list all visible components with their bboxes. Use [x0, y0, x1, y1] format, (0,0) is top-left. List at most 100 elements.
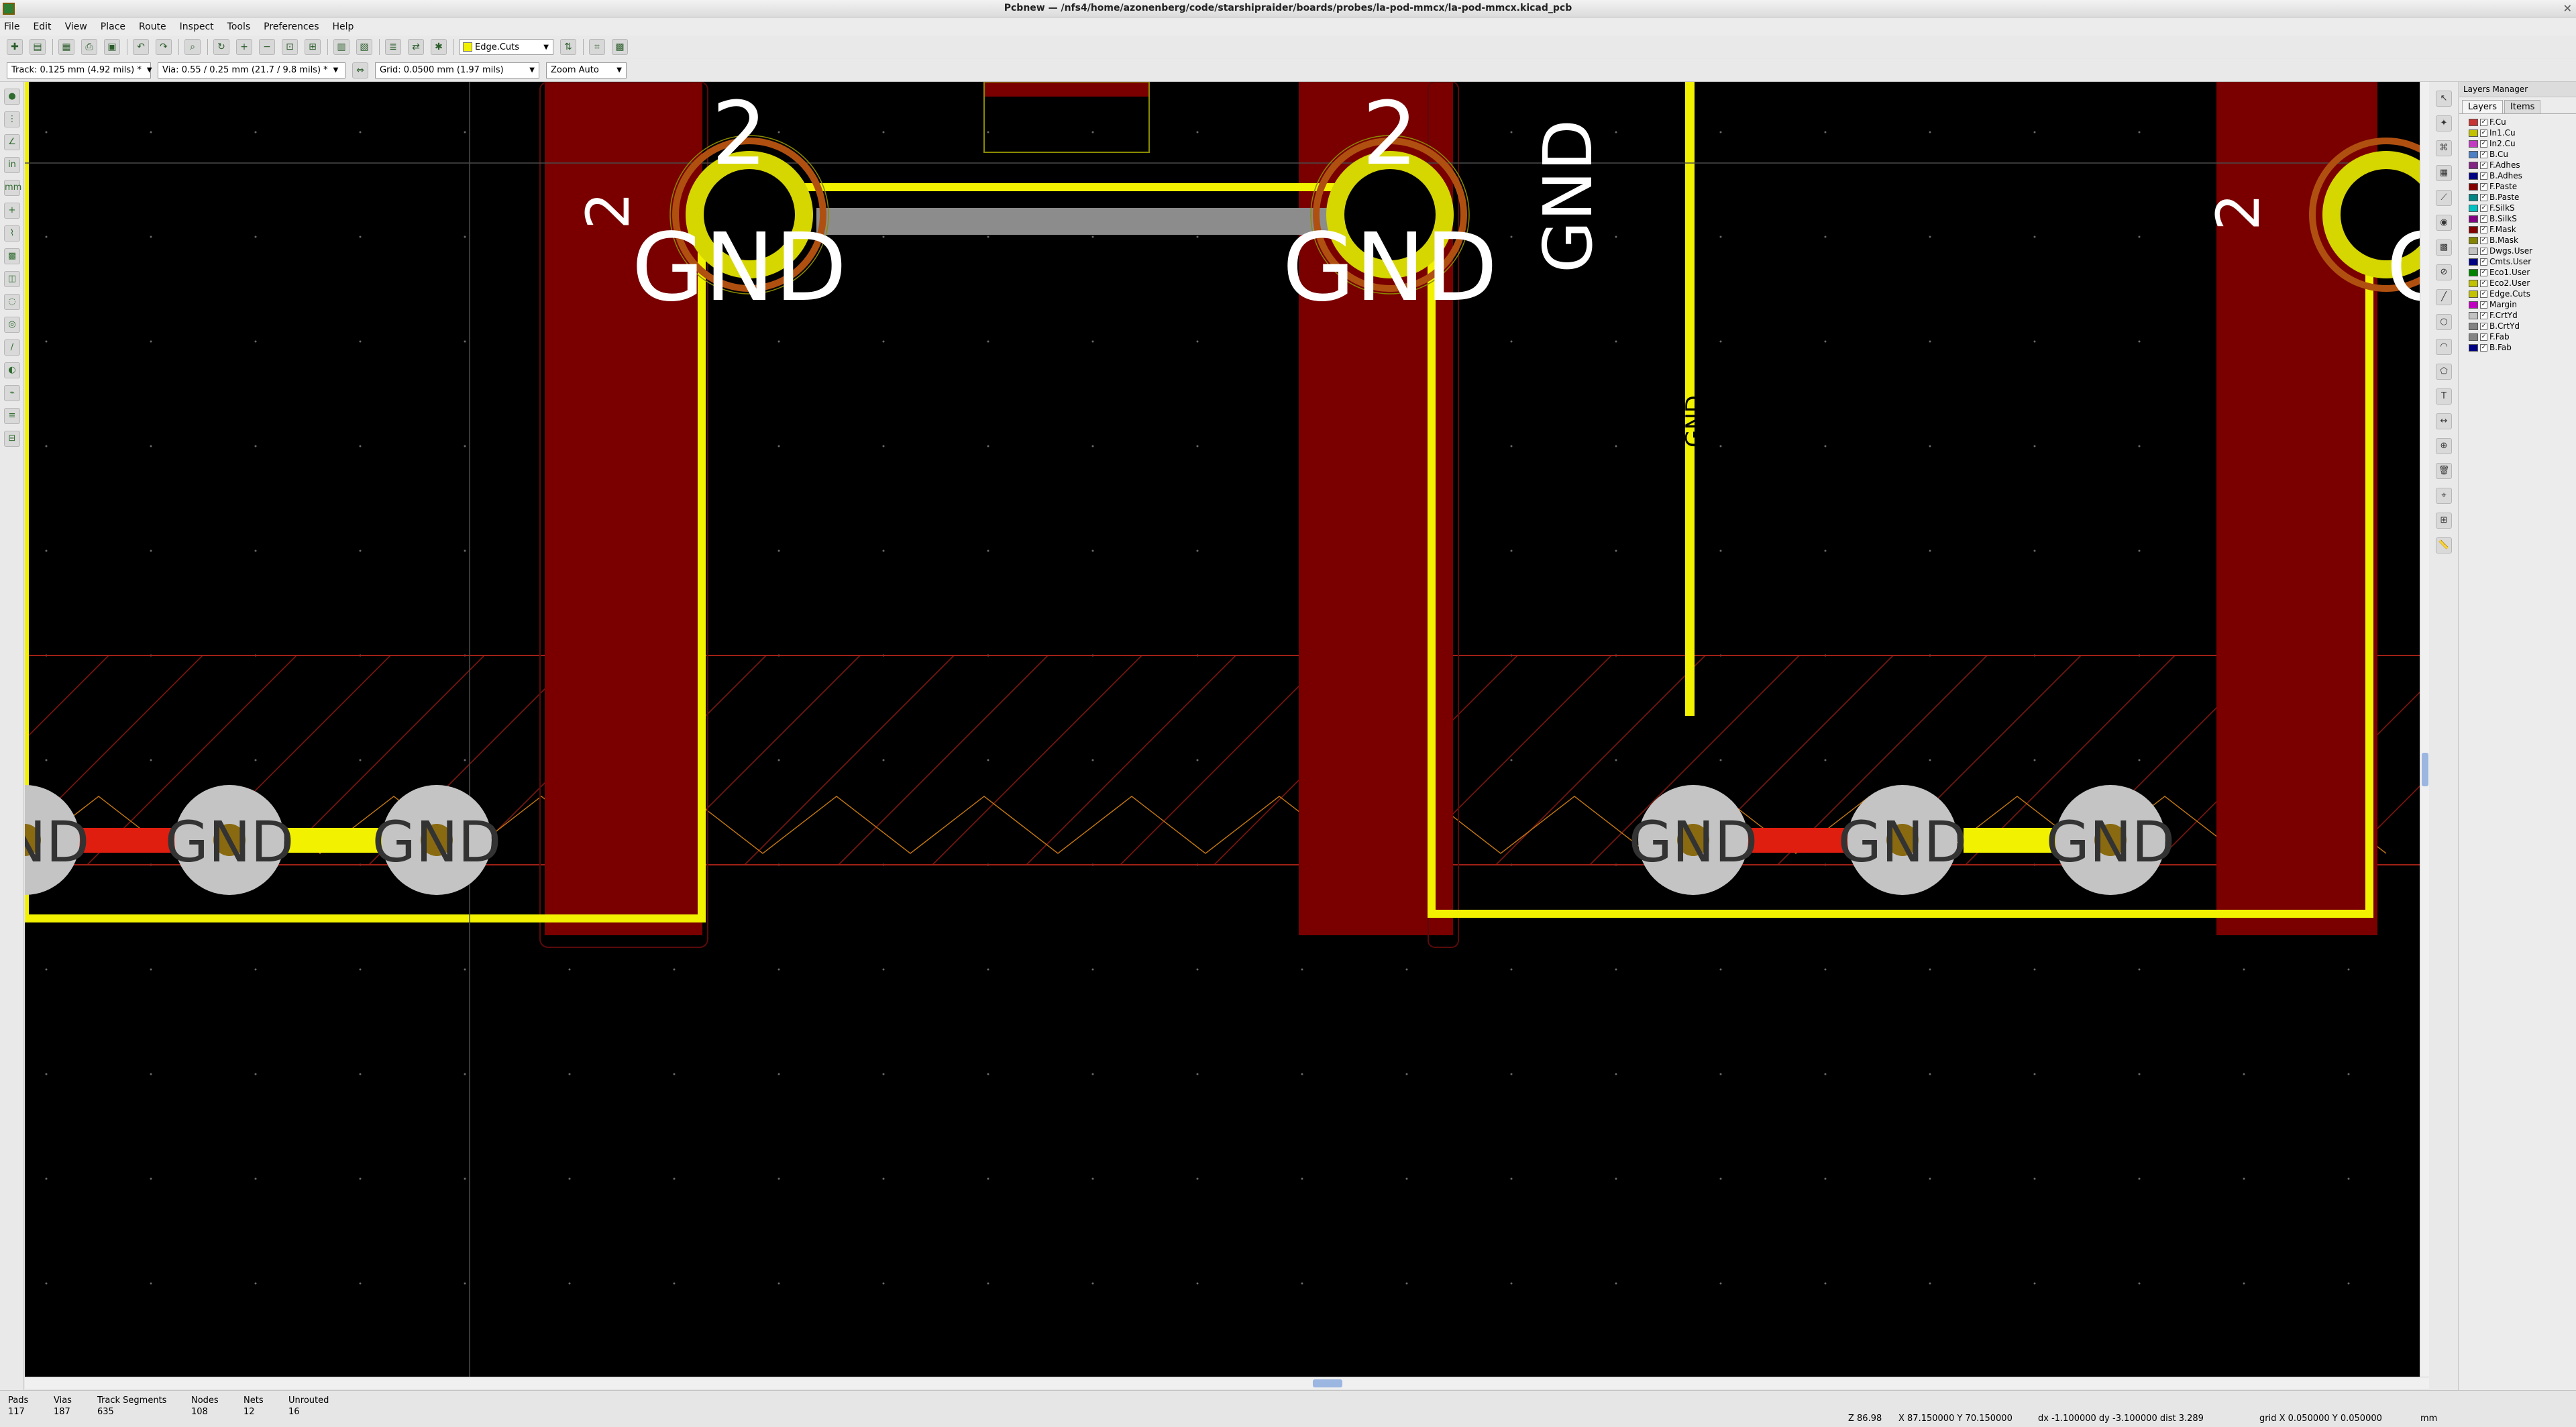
copper-pad-top[interactable]: [984, 82, 1149, 97]
layer-visibility-checkbox[interactable]: ✓: [2480, 236, 2487, 244]
menu-tools[interactable]: Tools: [227, 21, 251, 32]
ratsnest-icon[interactable]: ⌇: [4, 225, 20, 242]
menu-edit[interactable]: Edit: [33, 21, 51, 32]
add-footprint-icon[interactable]: ▦: [2436, 165, 2452, 181]
layer-color-swatch[interactable]: [2469, 333, 2478, 341]
zone-fill-icon[interactable]: ▩: [4, 248, 20, 264]
undo-icon[interactable]: ↶: [133, 39, 149, 55]
layer-row[interactable]: ✓ Dwgs.User: [2469, 246, 2576, 256]
layer-color-swatch[interactable]: [2469, 311, 2478, 319]
layer-color-swatch[interactable]: [2469, 172, 2478, 180]
layer-row[interactable]: ✓ In2.Cu: [2469, 138, 2576, 149]
footprint-tree-icon[interactable]: ⊟: [4, 431, 20, 447]
draw-line-icon[interactable]: ╱: [2436, 289, 2452, 305]
layer-row[interactable]: ✓ Edge.Cuts: [2469, 288, 2576, 299]
layer-color-swatch[interactable]: [2469, 225, 2478, 233]
cursor-shape-icon[interactable]: +: [4, 203, 20, 219]
layer-row[interactable]: ✓ B.Adhes: [2469, 170, 2576, 181]
set-origin-icon[interactable]: ⌖: [2436, 488, 2452, 504]
layer-color-swatch[interactable]: [2469, 236, 2478, 244]
zoom-select[interactable]: Zoom Auto ▼: [546, 62, 627, 78]
menu-inspect[interactable]: Inspect: [180, 21, 214, 32]
layer-color-swatch[interactable]: [2469, 129, 2478, 137]
layer-row[interactable]: ✓ Eco2.User: [2469, 278, 2576, 288]
layer-visibility-checkbox[interactable]: ✓: [2480, 161, 2487, 169]
draw-arc-icon[interactable]: ◠: [2436, 339, 2452, 355]
layer-row[interactable]: ✓ Eco1.User: [2469, 267, 2576, 278]
zoom-in-icon[interactable]: +: [236, 39, 252, 55]
layer-visibility-checkbox[interactable]: ✓: [2480, 140, 2487, 148]
menu-help[interactable]: Help: [333, 21, 354, 32]
add-keepout-icon[interactable]: ⊘: [2436, 264, 2452, 280]
layer-visibility-checkbox[interactable]: ✓: [2480, 322, 2487, 330]
layer-visibility-checkbox[interactable]: ✓: [2480, 182, 2487, 191]
layer-row[interactable]: ✓ Margin: [2469, 299, 2576, 310]
layer-color-swatch[interactable]: [2469, 247, 2478, 255]
layer-color-swatch[interactable]: [2469, 268, 2478, 276]
menu-place[interactable]: Place: [101, 21, 125, 32]
add-text-icon[interactable]: T: [2436, 388, 2452, 405]
layer-color-swatch[interactable]: [2469, 279, 2478, 287]
vertical-scrollbar[interactable]: [2420, 82, 2429, 1377]
auto-track-width-icon[interactable]: ⇔: [352, 62, 368, 78]
update-pcb-icon[interactable]: ⇄: [408, 39, 424, 55]
autoplace-icon[interactable]: ⌗: [589, 39, 605, 55]
units-mm-icon[interactable]: mm: [4, 180, 21, 196]
footprint-viewer-icon[interactable]: ▧: [356, 39, 372, 55]
layer-visibility-checkbox[interactable]: ✓: [2480, 247, 2487, 255]
pcb-canvas[interactable]: 2 GND 2 GND GND 2 2 GND GND: [25, 82, 2420, 1377]
menu-file[interactable]: File: [4, 21, 19, 32]
high-contrast-icon[interactable]: ◐: [4, 362, 20, 378]
layer-color-swatch[interactable]: [2469, 193, 2478, 201]
active-layer-select[interactable]: Edge.Cuts ▼: [460, 39, 553, 55]
layer-visibility-checkbox[interactable]: ✓: [2480, 204, 2487, 212]
menu-route[interactable]: Route: [139, 21, 166, 32]
scripting-console-icon[interactable]: ▩: [612, 39, 628, 55]
add-zone-icon[interactable]: ▩: [2436, 240, 2452, 256]
pads-sketch-icon[interactable]: ◌: [4, 294, 20, 310]
drc-icon[interactable]: ✱: [431, 39, 447, 55]
layer-row[interactable]: ✓ F.SilkS: [2469, 203, 2576, 213]
layer-color-swatch[interactable]: [2469, 118, 2478, 126]
select-arrow-icon[interactable]: ↖: [2436, 91, 2452, 107]
layer-color-swatch[interactable]: [2469, 258, 2478, 266]
layer-visibility-checkbox[interactable]: ✓: [2480, 268, 2487, 276]
layer-color-swatch[interactable]: [2469, 204, 2478, 212]
layer-visibility-checkbox[interactable]: ✓: [2480, 193, 2487, 201]
layer-color-swatch[interactable]: [2469, 182, 2478, 191]
netlist-icon[interactable]: ≣: [385, 39, 401, 55]
units-inch-icon[interactable]: in: [4, 157, 20, 173]
vias-sketch-icon[interactable]: ◎: [4, 317, 20, 333]
zoom-selection-icon[interactable]: ⊞: [305, 39, 321, 55]
layer-visibility-checkbox[interactable]: ✓: [2480, 172, 2487, 180]
layer-row[interactable]: ✓ B.Mask: [2469, 235, 2576, 246]
draw-polygon-icon[interactable]: ⬠: [2436, 364, 2452, 380]
layer-visibility-checkbox[interactable]: ✓: [2480, 225, 2487, 233]
layer-row[interactable]: ✓ B.Fab: [2469, 342, 2576, 353]
draw-circle-icon[interactable]: ○: [2436, 314, 2452, 330]
new-board-icon[interactable]: ✚: [7, 39, 23, 55]
layer-color-swatch[interactable]: [2469, 301, 2478, 309]
tab-layers[interactable]: Layers: [2462, 100, 2504, 113]
layer-row[interactable]: ✓ F.Fab: [2469, 331, 2576, 342]
zoom-out-icon[interactable]: −: [259, 39, 275, 55]
layers-manager-icon[interactable]: ≡: [4, 408, 20, 424]
layer-visibility-checkbox[interactable]: ✓: [2480, 118, 2487, 126]
layer-row[interactable]: ✓ F.CrtYd: [2469, 310, 2576, 321]
layer-row[interactable]: ✓ F.Cu: [2469, 117, 2576, 127]
grid-select[interactable]: Grid: 0.0500 mm (1.97 mils) ▼: [375, 62, 539, 78]
zoom-fit-icon[interactable]: ⊡: [282, 39, 298, 55]
grid-toggle-icon[interactable]: ⋮: [4, 111, 20, 127]
layer-color-swatch[interactable]: [2469, 161, 2478, 169]
zone-outline-icon[interactable]: ◫: [4, 271, 20, 287]
footprint-editor-icon[interactable]: ▥: [333, 39, 350, 55]
layer-row[interactable]: ✓ F.Paste: [2469, 181, 2576, 192]
grid-origin-icon[interactable]: ⊞: [2436, 513, 2452, 529]
open-board-icon[interactable]: ▤: [30, 39, 46, 55]
vertical-scroll-thumb[interactable]: [2422, 753, 2428, 786]
layer-pair-icon[interactable]: ⇅: [560, 39, 576, 55]
layer-visibility-checkbox[interactable]: ✓: [2480, 311, 2487, 319]
layer-visibility-checkbox[interactable]: ✓: [2480, 258, 2487, 266]
drc-off-icon[interactable]: ●: [4, 89, 20, 105]
horizontal-scroll-thumb[interactable]: [1313, 1379, 1342, 1387]
